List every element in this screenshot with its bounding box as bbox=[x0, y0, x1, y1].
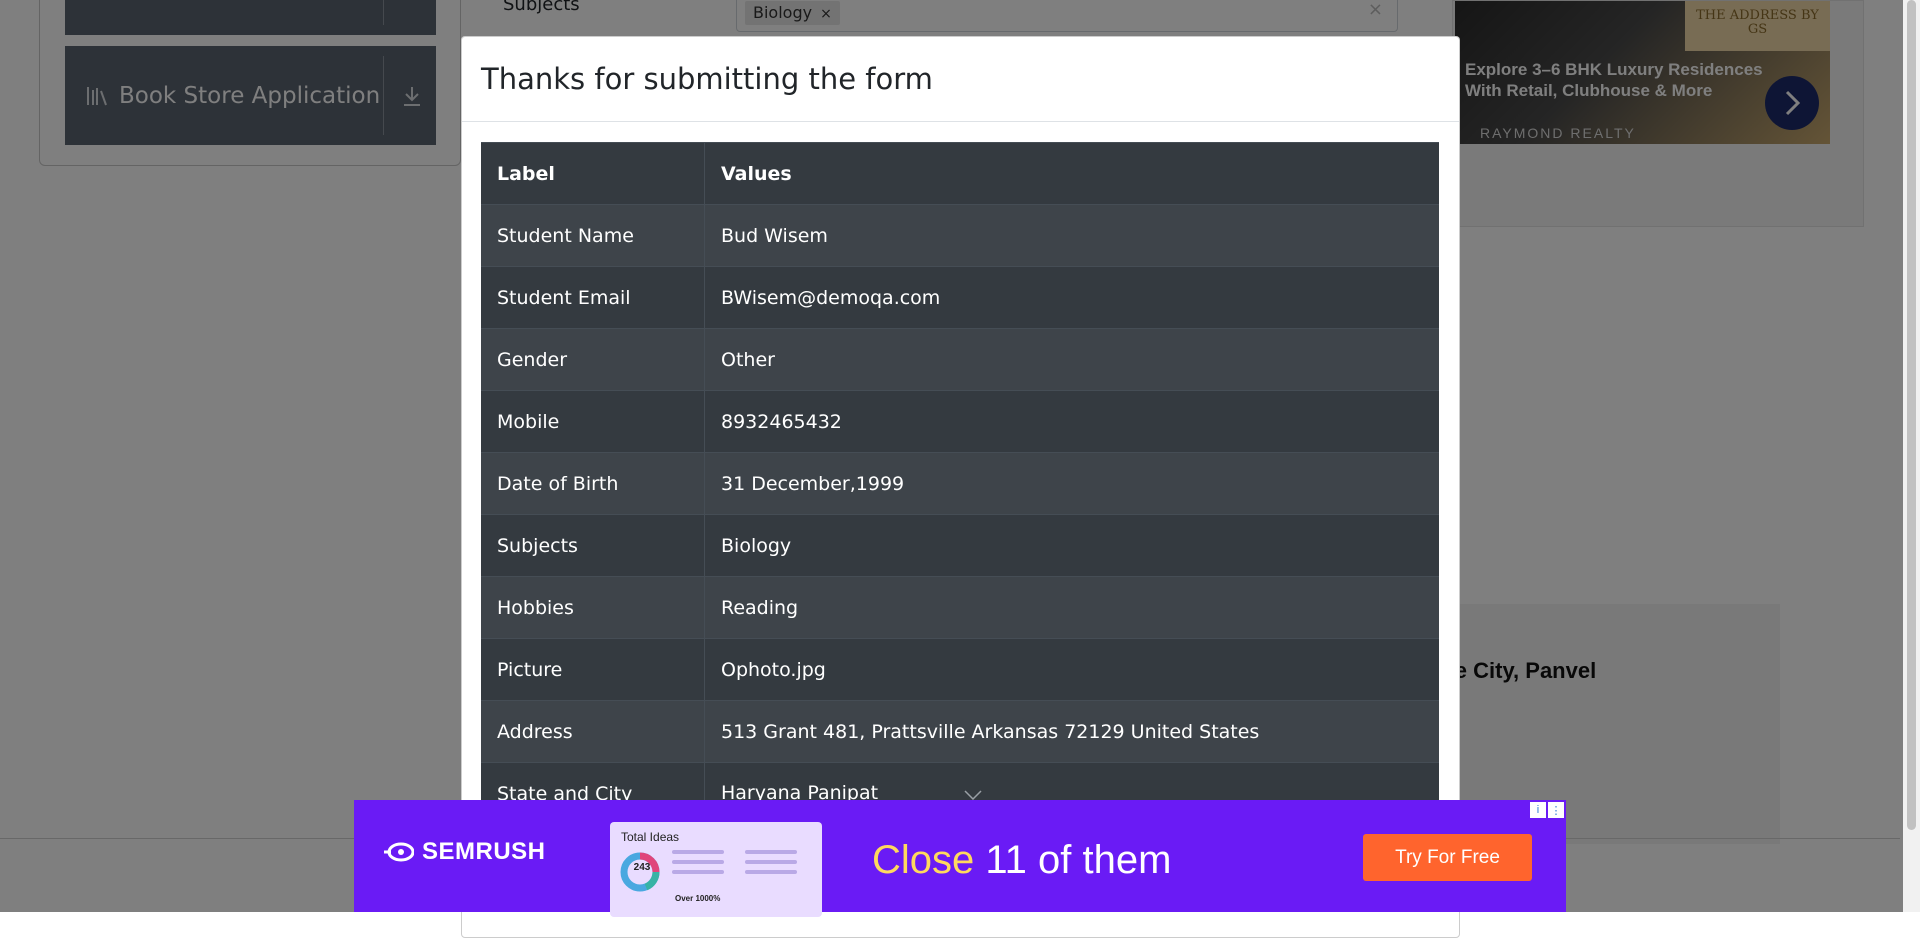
ad-card-row bbox=[745, 870, 797, 874]
column-header-label: Label bbox=[481, 142, 705, 205]
row-value: 31 December,1999 bbox=[704, 452, 1439, 515]
column-header-values: Values bbox=[704, 142, 1439, 205]
row-label: Subjects bbox=[481, 514, 705, 577]
modal-title: Thanks for submitting the form bbox=[481, 62, 933, 96]
scrollbar-thumb[interactable] bbox=[1907, 0, 1916, 830]
ad-card-row bbox=[672, 860, 724, 864]
row-value: 8932465432 bbox=[704, 390, 1439, 453]
ad-info-icon[interactable]: i bbox=[1530, 802, 1546, 818]
row-label: Date of Birth bbox=[481, 452, 705, 515]
row-value: BWisem@demoqa.com bbox=[704, 266, 1439, 329]
row-label: Picture bbox=[481, 638, 705, 701]
semrush-logo-icon bbox=[384, 842, 414, 862]
modal-header: Thanks for submitting the form bbox=[462, 37, 1459, 122]
ad-card-row bbox=[672, 870, 724, 874]
row-label: Student Email bbox=[481, 266, 705, 329]
table-row: Date of Birth 31 December,1999 bbox=[481, 452, 1439, 515]
table-row: Subjects Biology bbox=[481, 514, 1439, 577]
ad-card-row bbox=[745, 860, 797, 864]
ad-headline-rest: 11 of them bbox=[974, 838, 1172, 882]
try-for-free-button[interactable]: Try For Free bbox=[1363, 834, 1532, 881]
table-row: Address 513 Grant 481, Prattsville Arkans… bbox=[481, 700, 1439, 763]
page-scrollbar[interactable] bbox=[1903, 0, 1920, 912]
row-value: Biology bbox=[704, 514, 1439, 577]
ad-headline: Close 11 of them bbox=[872, 838, 1171, 883]
row-value: Reading bbox=[704, 576, 1439, 639]
ad-info-controls: i ⋮ bbox=[1530, 802, 1564, 818]
ad-card-row bbox=[672, 850, 724, 854]
ad-menu-icon[interactable]: ⋮ bbox=[1548, 802, 1564, 818]
ad-card-row bbox=[745, 850, 797, 854]
row-value: Ophoto.jpg bbox=[704, 638, 1439, 701]
bottom-banner-ad[interactable]: SEMRUSH Total Ideas 243 Over 1000% Close… bbox=[354, 800, 1566, 917]
table-row: Mobile 8932465432 bbox=[481, 390, 1439, 453]
table-header-row: Label Values bbox=[481, 142, 1439, 205]
row-label: Mobile bbox=[481, 390, 705, 453]
table-row: Picture Ophoto.jpg bbox=[481, 638, 1439, 701]
table-row: Hobbies Reading bbox=[481, 576, 1439, 639]
row-value: Other bbox=[704, 328, 1439, 391]
table-row: Gender Other bbox=[481, 328, 1439, 391]
ad-preview-card: Total Ideas 243 Over 1000% bbox=[610, 822, 822, 917]
table-row: Student Email BWisem@demoqa.com bbox=[481, 266, 1439, 329]
table-row: Student Name Bud Wisem bbox=[481, 204, 1439, 267]
ad-card-foot: Over 1000% bbox=[675, 894, 721, 903]
row-label: Gender bbox=[481, 328, 705, 391]
row-value: 513 Grant 481, Prattsville Arkansas 7212… bbox=[704, 700, 1439, 763]
ad-card-title: Total Ideas bbox=[621, 830, 680, 844]
row-value: Bud Wisem bbox=[704, 204, 1439, 267]
ad-headline-accent: Close bbox=[872, 838, 975, 882]
ad-card-count: 243 bbox=[633, 862, 651, 873]
results-table: Label Values Student Name Bud Wisem Stude… bbox=[481, 142, 1439, 824]
row-label: Hobbies bbox=[481, 576, 705, 639]
row-label: Student Name bbox=[481, 204, 705, 267]
semrush-logo: SEMRUSH bbox=[384, 838, 546, 866]
row-label: Address bbox=[481, 700, 705, 763]
semrush-logo-text: SEMRUSH bbox=[422, 838, 546, 865]
